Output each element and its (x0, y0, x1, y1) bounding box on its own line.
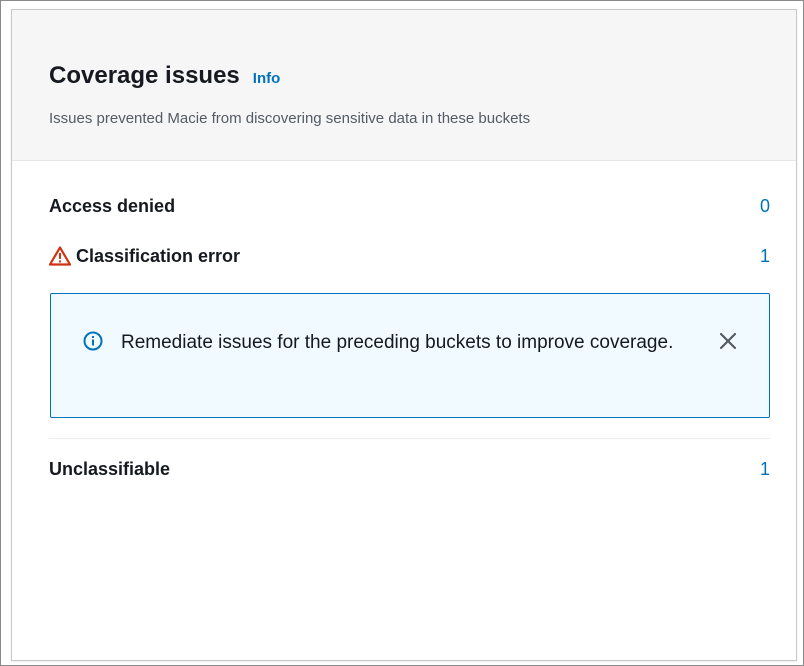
divider (49, 438, 770, 439)
row-unclassifiable: Unclassifiable 1 (49, 454, 770, 484)
alert-message: Remediate issues for the preceding bucke… (121, 332, 674, 353)
card-header: Coverage issues Info Issues prevented Ma… (12, 10, 796, 161)
row-label: Access denied (49, 195, 176, 216)
info-icon (83, 331, 103, 351)
row-label-with-icon: Classification error (49, 246, 240, 267)
access-denied-count-link[interactable]: 0 (760, 196, 770, 217)
info-alert: Remediate issues for the preceding bucke… (50, 293, 770, 418)
card-title: Coverage issues (49, 62, 240, 89)
close-icon[interactable] (717, 330, 739, 352)
info-link[interactable]: Info (253, 70, 281, 87)
row-classification-error: Classification error 1 (49, 241, 770, 271)
title-row: Coverage issues Info (49, 62, 280, 90)
row-label: Unclassifiable (49, 458, 171, 479)
card-subtitle: Issues prevented Macie from discovering … (49, 110, 531, 127)
coverage-issues-card: Coverage issues Info Issues prevented Ma… (11, 9, 797, 661)
unclassifiable-count-link[interactable]: 1 (760, 459, 770, 480)
screenshot-frame: Coverage issues Info Issues prevented Ma… (0, 0, 804, 666)
row-access-denied: Access denied 0 (49, 191, 770, 221)
classification-error-count-link[interactable]: 1 (760, 246, 770, 267)
row-label: Classification error (76, 245, 241, 266)
warning-icon (49, 246, 71, 266)
